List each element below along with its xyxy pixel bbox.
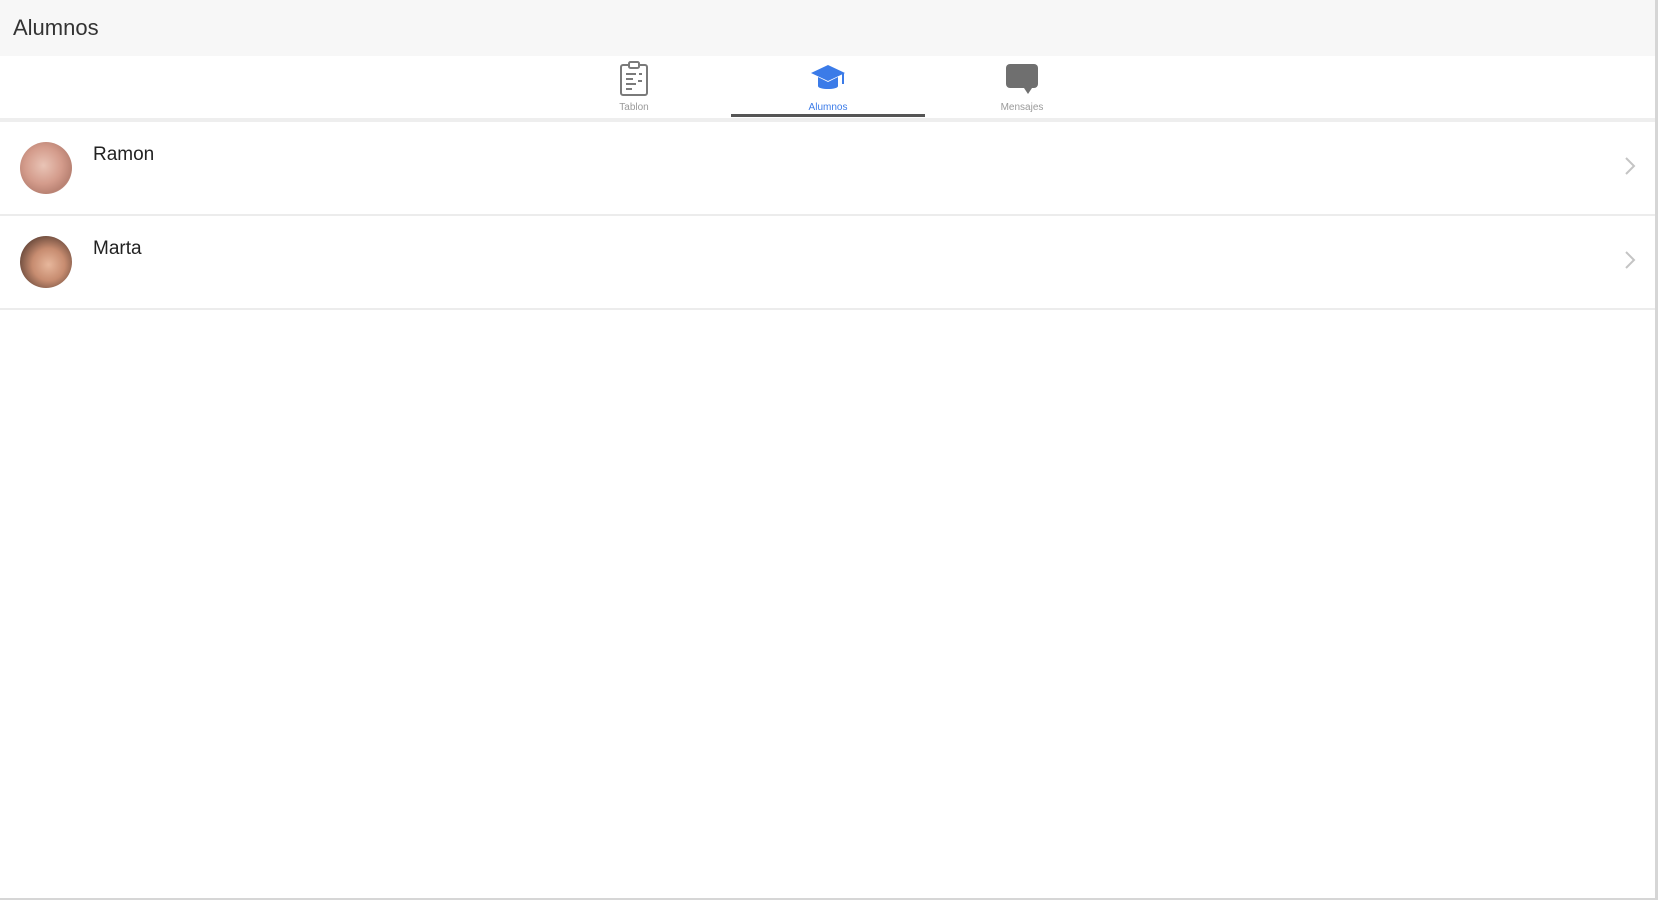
chevron-right-icon [1621,154,1639,178]
active-tab-indicator [731,114,925,117]
students-list: Ramon Marta [0,122,1655,310]
app-window: Alumnos Tablon Alumnos Mensajes Ramon Ma… [0,0,1658,900]
tab-tablon[interactable]: Tablon [537,56,731,118]
tab-mensajes[interactable]: Mensajes [925,56,1119,118]
tab-bar: Tablon Alumnos Mensajes [0,56,1655,122]
tab-alumnos[interactable]: Alumnos [731,56,925,118]
tab-label: Mensajes [1000,102,1044,113]
header-bar: Alumnos [0,0,1655,56]
tab-label: Tablon [619,102,649,113]
student-name: Ramon [93,144,155,165]
page-title: Alumnos [13,15,99,40]
tab-label: Alumnos [808,102,848,113]
avatar [20,236,72,288]
list-item[interactable]: Ramon [0,122,1655,216]
graduation-cap-icon [810,60,846,98]
avatar [20,142,72,194]
chevron-right-icon [1621,248,1639,272]
list-item[interactable]: Marta [0,216,1655,310]
student-name: Marta [93,238,142,259]
clipboard-icon [616,60,652,98]
chat-bubble-icon [1004,60,1040,98]
